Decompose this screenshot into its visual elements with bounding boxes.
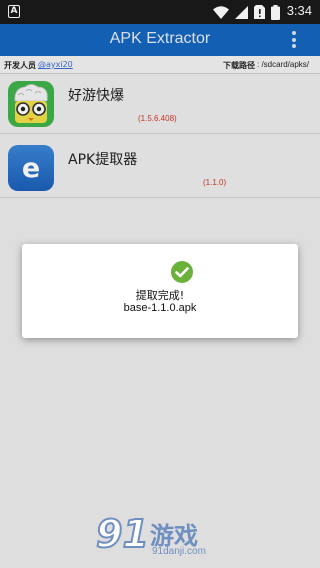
watermark-url: 91danji.com	[152, 546, 206, 557]
extracted-file-name: base-1.1.0.apk	[123, 302, 197, 314]
watermark-logo: 91 游戏 91danji.com	[95, 511, 236, 564]
dialog-title: 提取完成!	[135, 289, 185, 302]
extract-complete-dialog: 提取完成! base-1.1.0.apk	[22, 244, 298, 338]
check-circle-icon	[171, 261, 193, 283]
watermark-91: 91	[95, 511, 150, 557]
